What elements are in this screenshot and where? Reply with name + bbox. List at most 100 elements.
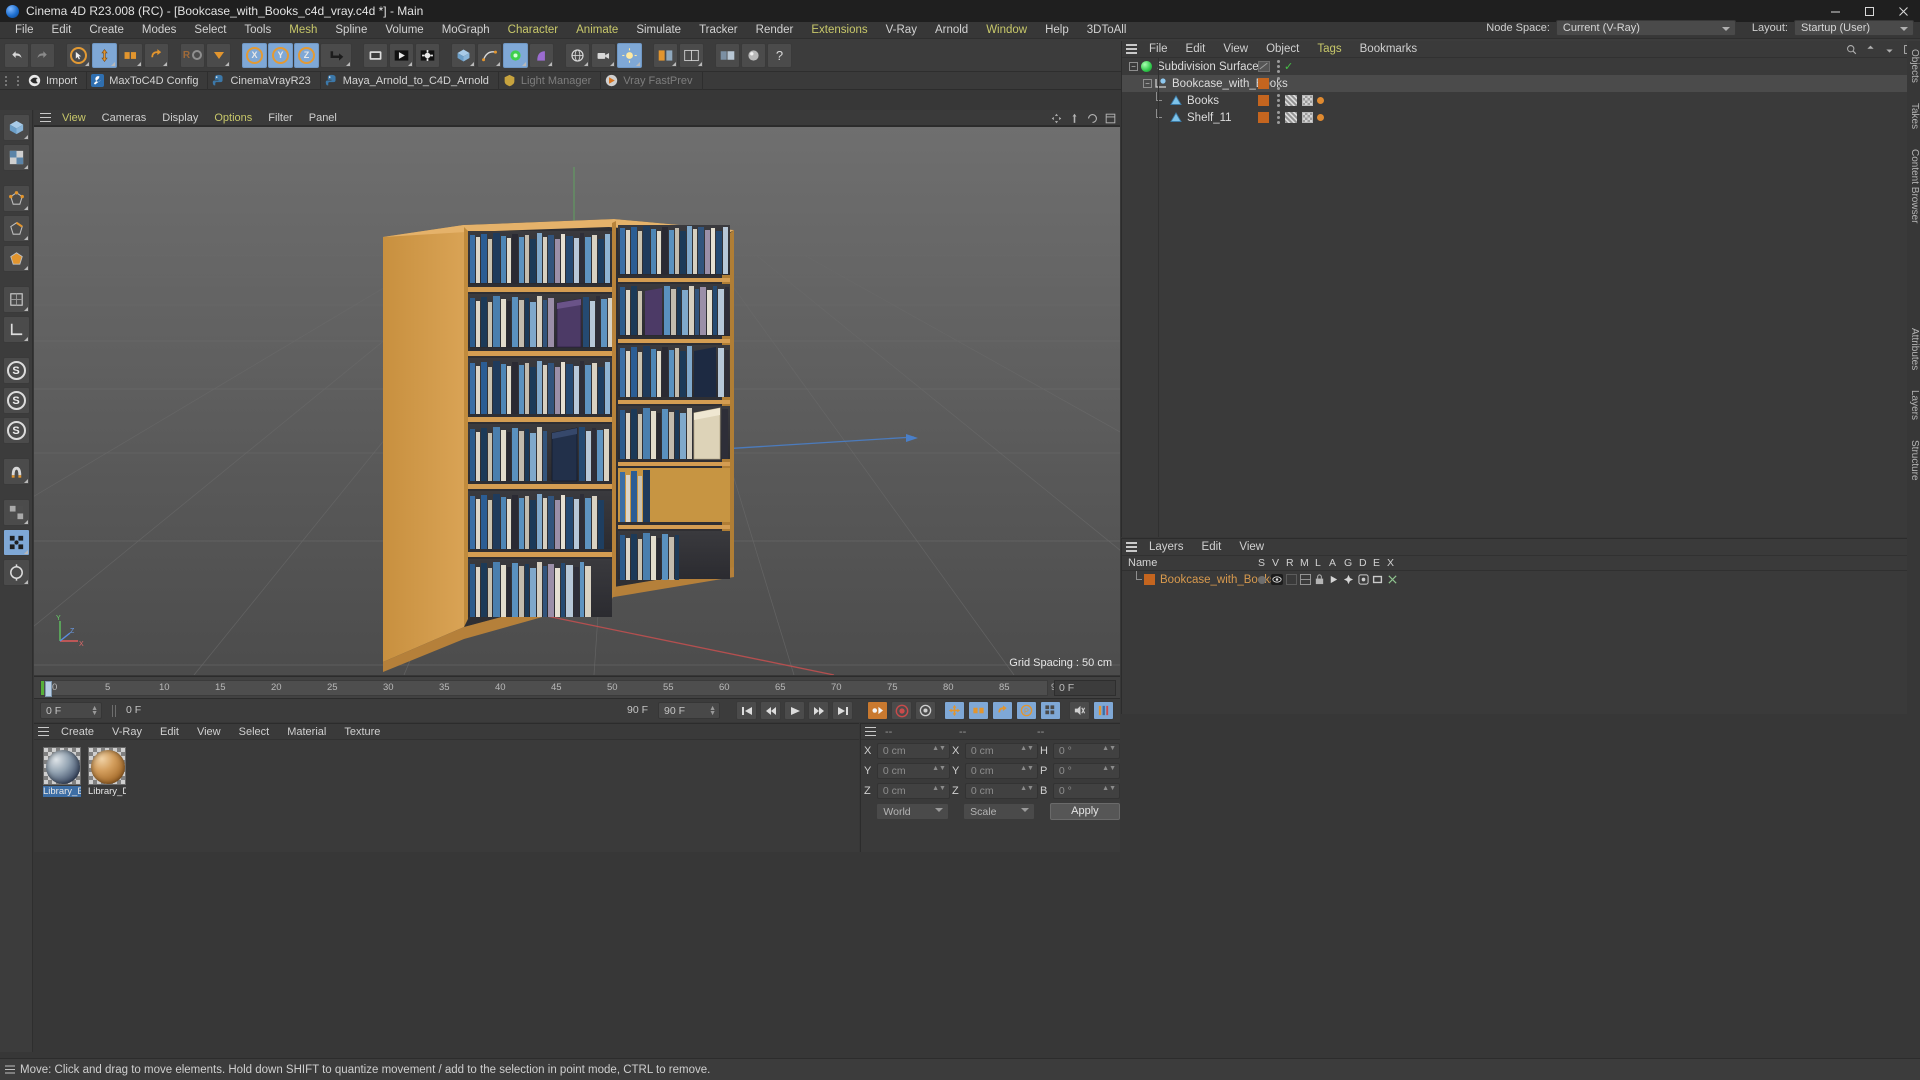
coord-input-size-x[interactable]: 0 cm▲▼	[965, 743, 1038, 759]
material-menu-view[interactable]: View	[188, 724, 230, 740]
rotate-view-icon[interactable]	[1087, 113, 1098, 124]
tool-object-axis[interactable]: S	[3, 387, 30, 414]
timeline-playhead[interactable]	[45, 681, 52, 697]
x-axis-button[interactable]: X	[242, 43, 267, 68]
coord-input-pos-x[interactable]: 0 cm▲▼	[877, 743, 950, 759]
sound-button[interactable]	[1069, 701, 1090, 720]
plugin-tab-vray-fastprev[interactable]: Vray FastPrev	[601, 72, 702, 90]
material-menu-material[interactable]: Material	[278, 724, 335, 740]
lock-axis-button[interactable]: R	[180, 43, 205, 68]
layer-color-swatch[interactable]	[1144, 574, 1155, 585]
tag-dots-icon[interactable]	[1277, 99, 1280, 102]
layer-lock-toggle[interactable]	[1314, 574, 1325, 585]
object-row-bookcase-with-books[interactable]: − Bookcase_with_Books	[1122, 75, 1920, 92]
rotate-tool-button[interactable]	[144, 43, 169, 68]
drag-grip[interactable]	[12, 72, 24, 90]
plugin-tab-light-manager[interactable]: Light Manager	[499, 72, 601, 90]
maximize-icon[interactable]	[1852, 0, 1886, 22]
content-browser-button[interactable]	[715, 43, 740, 68]
light-button[interactable]	[617, 43, 642, 68]
viewport-layout-button[interactable]	[679, 43, 704, 68]
coord-input-size-z[interactable]: 0 cm▲▼	[965, 783, 1038, 799]
menu-3dtoall[interactable]: 3DToAll	[1078, 22, 1136, 39]
layer-render-toggle[interactable]	[1286, 574, 1297, 585]
material-menu-select[interactable]: Select	[230, 724, 279, 740]
material-item[interactable]: Library_D	[88, 747, 126, 797]
om-menu-view[interactable]: View	[1214, 41, 1257, 58]
om-menu-tags[interactable]: Tags	[1308, 41, 1350, 58]
layer-solo-toggle[interactable]	[1258, 576, 1266, 584]
layer-color-swatch[interactable]	[1258, 78, 1269, 89]
move-tool-button[interactable]	[92, 43, 117, 68]
lm-menu-layers[interactable]: Layers	[1140, 539, 1193, 556]
material-tag-icon[interactable]	[1317, 97, 1324, 104]
vtab-content-browser[interactable]: Content Browser	[1907, 143, 1920, 229]
menu-volume[interactable]: Volume	[376, 22, 432, 39]
coord-input-size-y[interactable]: 0 cm▲▼	[965, 763, 1038, 779]
menu-file[interactable]: File	[6, 22, 43, 39]
preview-end-field[interactable]: 90 F	[598, 702, 648, 719]
spinner-icon[interactable]: ▲▼	[932, 746, 946, 752]
menu-render[interactable]: Render	[747, 22, 803, 39]
lm-menu-view[interactable]: View	[1230, 539, 1273, 556]
viewport-menu-cameras[interactable]: Cameras	[94, 110, 155, 126]
maximize-viewport-icon[interactable]	[1105, 113, 1116, 124]
play-button[interactable]	[784, 701, 805, 720]
render-region-button[interactable]	[389, 43, 414, 68]
menu-mograph[interactable]: MoGraph	[433, 22, 499, 39]
material-menu-texture[interactable]: Texture	[335, 724, 389, 740]
layer-color-swatch[interactable]	[1258, 95, 1269, 106]
bookcase-model[interactable]	[34, 127, 1120, 675]
viewport-menu-options[interactable]: Options	[206, 110, 260, 126]
viewport-menu-view[interactable]: View	[54, 110, 94, 126]
spinner-icon[interactable]: ▲▼	[1102, 746, 1116, 752]
menu-animate[interactable]: Animate	[567, 22, 627, 39]
render-settings-button[interactable]	[415, 43, 440, 68]
generator-button[interactable]	[503, 43, 528, 68]
tool-texture-axis[interactable]	[3, 458, 30, 485]
previous-frame-button[interactable]	[760, 701, 781, 720]
plugin-tab-cinemavrayr23[interactable]: CinemaVrayR23	[208, 72, 320, 90]
tool-enable-axis[interactable]: S	[3, 357, 30, 384]
tool-edges-mode[interactable]	[3, 215, 30, 242]
undo-button[interactable]	[4, 43, 29, 68]
object-manager-hamburger-icon[interactable]	[1122, 41, 1140, 57]
keyframe-selection-button[interactable]	[915, 701, 936, 720]
tool-axis-mode[interactable]	[3, 316, 30, 343]
rotation-key-button[interactable]	[992, 701, 1013, 720]
tool-texture-mode[interactable]	[3, 144, 30, 171]
selection-tag-icon[interactable]	[1302, 95, 1313, 106]
spinner-icon[interactable]: ▲▼	[932, 766, 946, 772]
menu-create[interactable]: Create	[80, 22, 133, 39]
scale-tool-button[interactable]	[118, 43, 143, 68]
menu-vray[interactable]: V-Ray	[877, 22, 926, 39]
coord-input-rot-h[interactable]: 0 °▲▼	[1053, 743, 1120, 759]
layer-manager-hamburger-icon[interactable]	[1122, 539, 1140, 555]
layer-xref-toggle[interactable]	[1387, 574, 1398, 585]
viewport-menu-panel[interactable]: Panel	[301, 110, 345, 126]
go-to-end-button[interactable]	[832, 701, 853, 720]
plugin-tab-maxtoc4d-config[interactable]: MaxToC4D Config	[87, 72, 208, 90]
viewport-menu-display[interactable]: Display	[154, 110, 206, 126]
layer-row[interactable]: Bookcase_with_Books	[1122, 571, 1920, 588]
search-icon[interactable]	[1846, 44, 1857, 55]
coord-input-pos-y[interactable]: 0 cm▲▼	[877, 763, 950, 779]
help-button[interactable]: ?	[767, 43, 792, 68]
coord-input-pos-z[interactable]: 0 cm▲▼	[877, 783, 950, 799]
live-selection-button[interactable]	[66, 43, 91, 68]
check-icon[interactable]: ✓	[1284, 60, 1293, 73]
camera-button[interactable]	[591, 43, 616, 68]
menu-simulate[interactable]: Simulate	[627, 22, 690, 39]
vtab-takes[interactable]: Takes	[1907, 97, 1920, 135]
spinner-icon[interactable]: ▲▼	[1020, 746, 1034, 752]
max-frame-field[interactable]: 90 F ▲▼	[658, 702, 720, 719]
primitive-cube-button[interactable]	[451, 43, 476, 68]
coordinate-mode-select[interactable]: Scale	[963, 803, 1035, 820]
spinner-icon[interactable]: ▲▼	[932, 786, 946, 792]
vtab-structure[interactable]: Structure	[1907, 434, 1920, 487]
viewport-canvas[interactable]: Perspective Default Camera	[34, 127, 1120, 675]
tool-viewport-solo[interactable]	[3, 499, 30, 526]
menu-window[interactable]: Window	[977, 22, 1036, 39]
lm-menu-edit[interactable]: Edit	[1193, 539, 1231, 556]
material-item[interactable]: Library_B	[43, 747, 81, 797]
